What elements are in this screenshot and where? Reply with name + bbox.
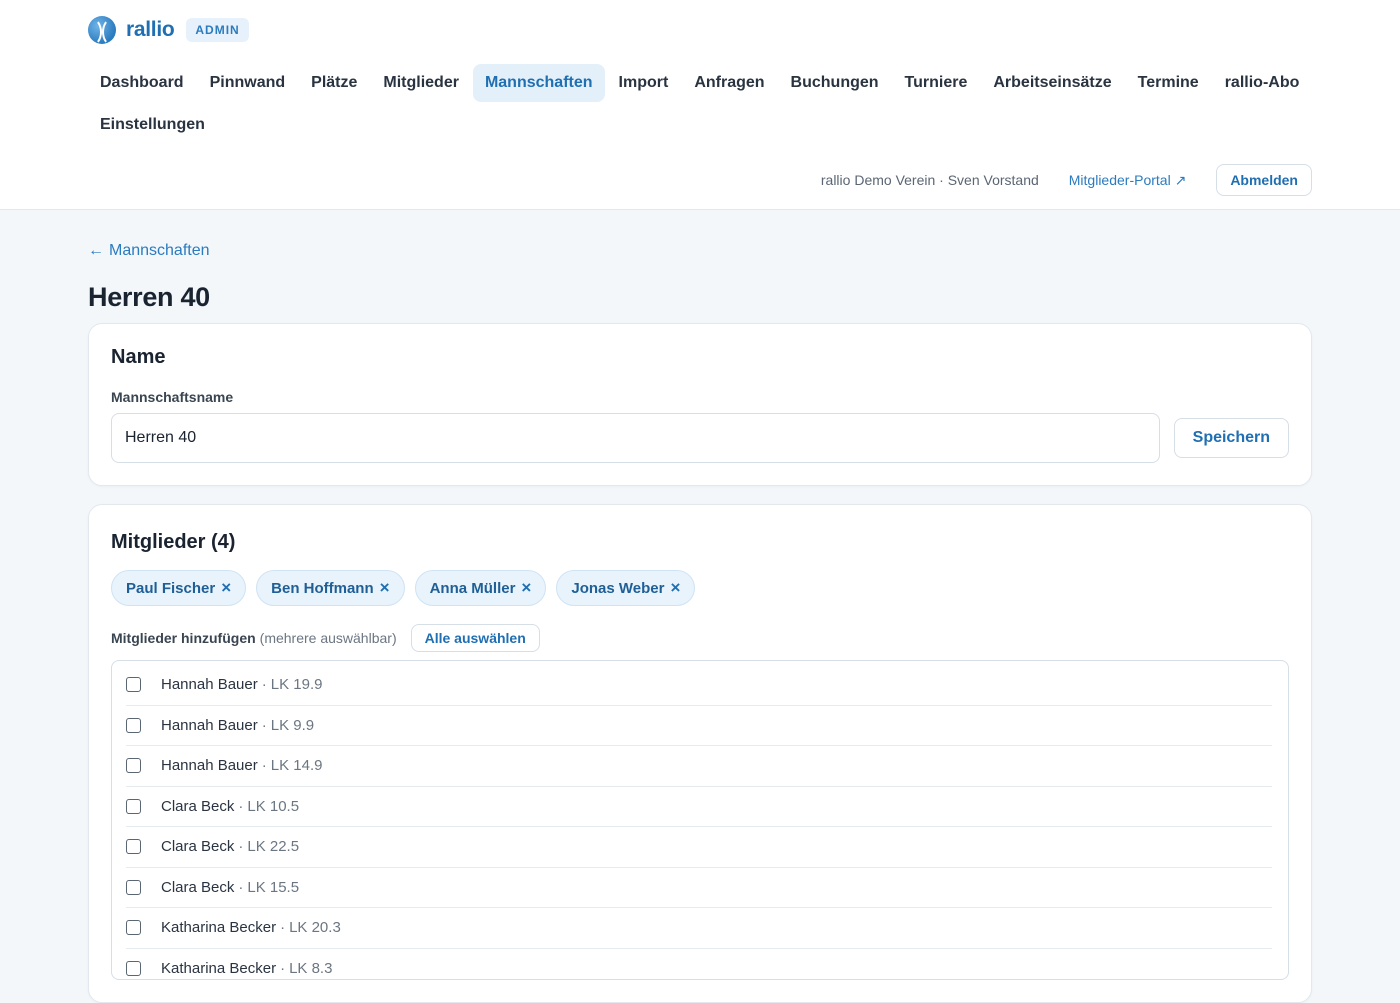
member-checkbox[interactable] [126,758,141,774]
list-item[interactable]: Katharina Becker · LK 8.3 [126,949,1272,980]
member-chip-label: Anna Müller [429,579,516,597]
member-lk: LK 9.9 [270,716,315,734]
member-lk: LK 20.3 [289,919,341,937]
member-checkbox[interactable] [126,798,141,814]
tennis-ball-icon [88,16,116,44]
members-card-heading: Mitglieder (4) [111,531,236,553]
separator: · [238,838,244,856]
logout-button[interactable]: Abmelden [1216,164,1312,196]
member-name: Katharina Becker [161,919,277,937]
member-chip: Anna Müller × [414,570,547,606]
main-nav: Dashboard Pinnwand Plätze Mitglieder Man… [88,64,1318,144]
member-candidate-list[interactable]: Hannah Bauer · LK 19.9 Hannah Bauer · LK… [111,660,1289,980]
separator: · [280,959,286,977]
userbar: rallio Demo Verein · Sven Vorstand Mitgl… [821,164,1312,196]
nav-item-rallio-abo[interactable]: rallio-Abo [1213,64,1312,102]
page-title: Herren 40 [88,282,210,312]
nav-item-mitglieder[interactable]: Mitglieder [371,64,471,102]
list-item[interactable]: Hannah Bauer · LK 14.9 [126,746,1272,787]
member-chip-label: Paul Fischer [126,579,216,597]
name-row: Speichern [111,413,1289,463]
name-card: Name Mannschaftsname Speichern [88,323,1312,486]
list-item[interactable]: Clara Beck · LK 10.5 [126,787,1272,827]
member-name: Clara Beck [161,838,235,856]
arrow-left-icon: ← [88,242,104,259]
list-item[interactable]: Hannah Bauer · LK 9.9 [126,706,1272,746]
close-icon[interactable]: × [380,578,390,598]
name-card-heading: Name [111,346,166,368]
separator: · [261,757,267,775]
nav-item-import[interactable]: Import [607,64,681,102]
nav-item-termine[interactable]: Termine [1126,64,1211,102]
nav-item-dashboard[interactable]: Dashboard [88,64,196,102]
separator: · [280,919,286,937]
brand[interactable]: rallio ADMIN [88,16,249,44]
separator: · [238,878,244,896]
admin-badge: ADMIN [186,18,249,42]
add-members-row: Mitglieder hinzufügen (mehrere auswählba… [111,624,1289,652]
member-lk: LK 8.3 [289,959,333,977]
nav-item-turniere[interactable]: Turniere [893,64,980,102]
member-name: Clara Beck [161,797,235,815]
top-header: rallio ADMIN Dashboard Pinnwand Plätze M… [0,0,1400,210]
member-checkbox[interactable] [126,839,141,855]
member-chip: Ben Hoffmann × [256,570,405,606]
list-item[interactable]: Clara Beck · LK 15.5 [126,868,1272,908]
team-name-label: Mannschaftsname [111,389,234,405]
close-icon[interactable]: × [221,578,231,598]
nav-item-mannschaften[interactable]: Mannschaften [472,64,605,102]
nav-item-anfragen[interactable]: Anfragen [682,64,776,102]
main-content: ← Mannschaften Herren 40 Name Mannschaft… [88,210,1312,1003]
separator: · [261,676,267,694]
select-all-button[interactable]: Alle auswählen [410,624,540,652]
add-members-hint: (mehrere auswählbar) [259,630,397,646]
member-lk: LK 10.5 [247,797,300,815]
member-checkbox[interactable] [126,960,141,976]
list-item[interactable]: Clara Beck · LK 22.5 [126,827,1272,868]
member-name: Clara Beck [161,878,235,896]
member-lk: LK 22.5 [247,838,300,856]
member-name: Hannah Bauer [161,676,258,694]
member-chip-label: Ben Hoffmann [271,579,374,597]
list-item[interactable]: Hannah Bauer · LK 19.9 [126,665,1272,706]
nav-item-plaetze[interactable]: Plätze [299,64,369,102]
nav-item-arbeitseinsaetze[interactable]: Arbeitseinsätze [981,64,1123,102]
list-item[interactable]: Katharina Becker · LK 20.3 [126,908,1272,949]
member-lk: LK 14.9 [270,757,323,775]
org-user-info: rallio Demo Verein · Sven Vorstand [820,172,1039,188]
member-chips: Paul Fischer × Ben Hoffmann × Anna Mülle… [111,570,1289,606]
separator: · [238,797,244,815]
member-lk: LK 19.9 [270,676,323,694]
separator: · [261,716,267,734]
member-portal-link[interactable]: Mitglieder-Portal ↗ [1069,172,1187,189]
close-icon[interactable]: × [670,578,680,598]
nav-item-buchungen[interactable]: Buchungen [779,64,891,102]
member-chip: Jonas Weber × [556,570,696,606]
member-name: Katharina Becker [161,959,277,977]
member-checkbox[interactable] [126,717,141,733]
members-card: Mitglieder (4) Paul Fischer × Ben Hoffma… [88,504,1312,1003]
brand-name: rallio [126,18,175,41]
member-checkbox[interactable] [126,677,141,693]
back-link[interactable]: ← Mannschaften [88,242,210,260]
member-checkbox[interactable] [126,879,141,895]
member-lk: LK 15.5 [247,878,300,896]
member-chip-label: Jonas Weber [571,579,665,597]
team-name-input[interactable] [111,413,1160,463]
back-link-label: Mannschaften [109,242,210,259]
member-name: Hannah Bauer [161,716,258,734]
member-checkbox[interactable] [126,920,141,936]
nav-item-pinnwand[interactable]: Pinnwand [198,64,298,102]
member-name: Hannah Bauer [161,757,258,775]
save-button[interactable]: Speichern [1173,418,1289,458]
nav-item-einstellungen[interactable]: Einstellungen [88,106,217,144]
close-icon[interactable]: × [521,578,531,598]
member-chip: Paul Fischer × [111,570,247,606]
add-members-label: Mitglieder hinzufügen [111,630,256,646]
